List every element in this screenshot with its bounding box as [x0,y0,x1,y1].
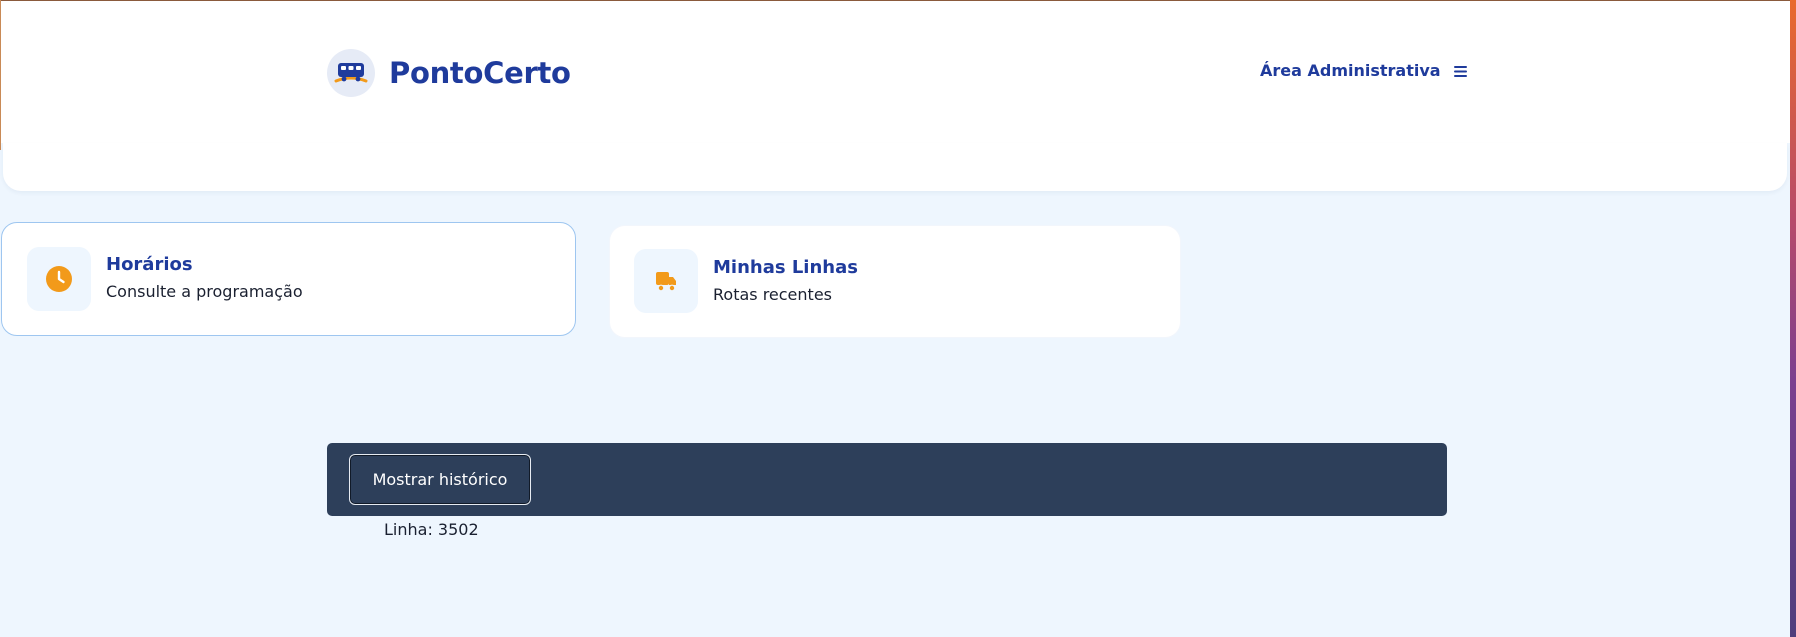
admin-area-label: Área Administrativa [1260,61,1441,80]
card-title: Minhas Linhas [713,257,858,278]
brand[interactable]: PontoCerto [327,49,571,97]
brand-name: PontoCerto [389,56,571,90]
hamburger-menu-icon[interactable] [1453,64,1469,78]
truck-icon [634,249,698,313]
admin-area-link[interactable]: Área Administrativa [1260,61,1469,80]
card-subtitle: Consulte a programação [106,282,303,301]
card-subtitle: Rotas recentes [713,285,832,304]
top-navbar: PontoCerto Área Administrativa [1,1,1790,143]
bus-logo-icon [327,49,375,97]
header-band [3,143,1787,191]
desktop-background-edge [1790,0,1796,637]
clock-icon [27,247,91,311]
linha-info: Linha: 3502 [384,520,479,539]
history-toolbar: Mostrar histórico [327,443,1447,516]
card-horarios[interactable]: Horários Consulte a programação [1,222,576,336]
show-history-button[interactable]: Mostrar histórico [349,454,531,505]
card-minhas-linhas[interactable]: Minhas Linhas Rotas recentes [609,225,1181,338]
card-title: Horários [106,254,193,275]
